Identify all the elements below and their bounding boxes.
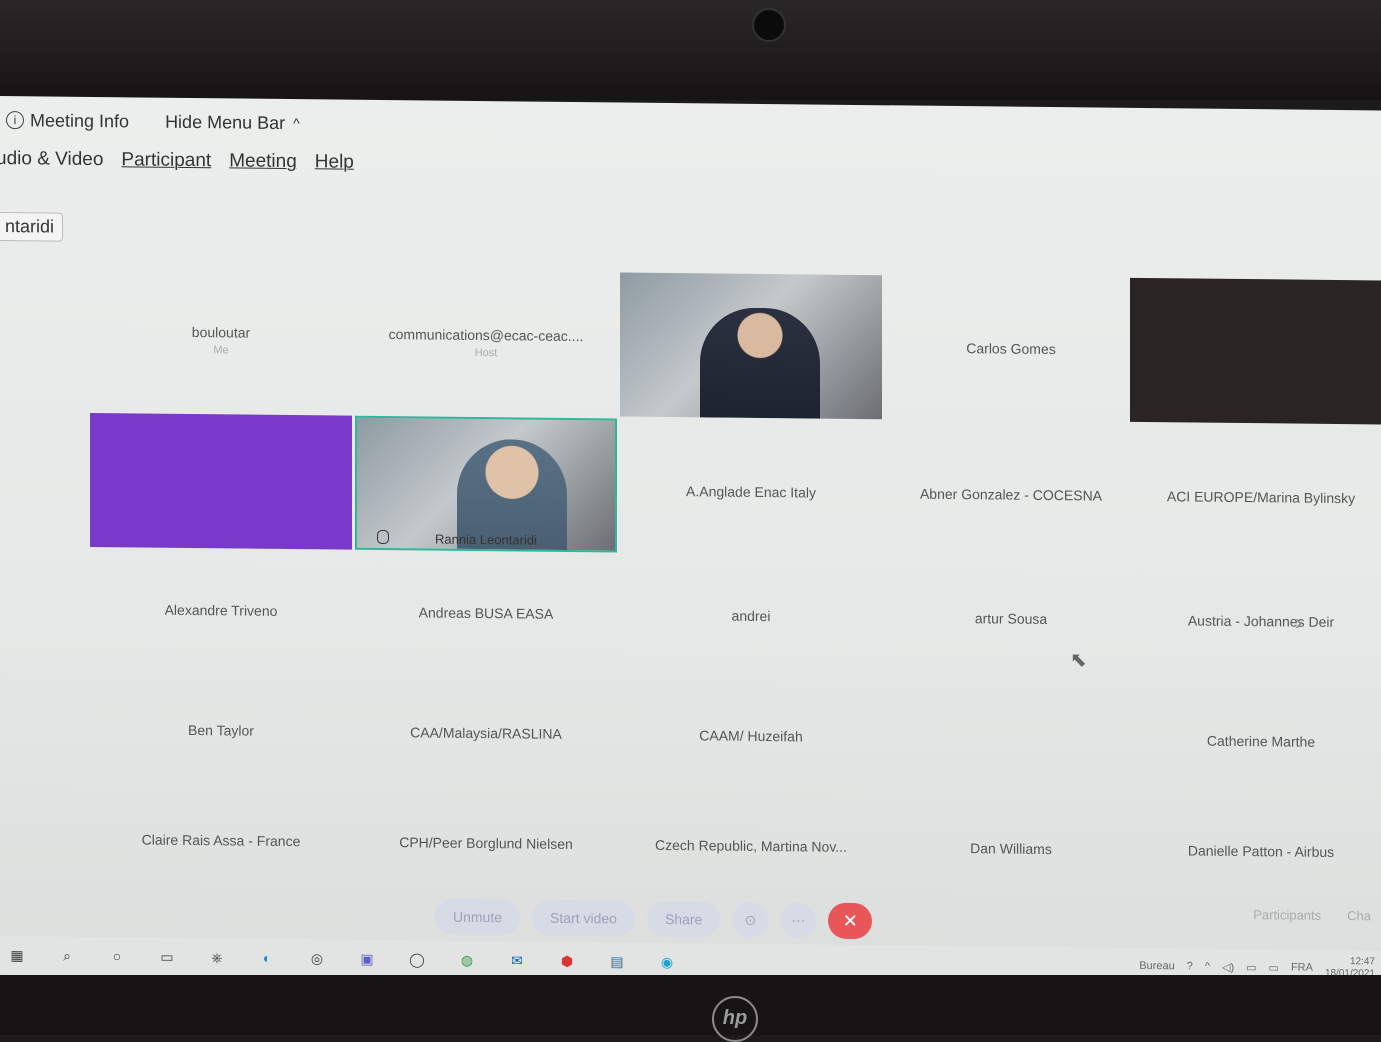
participant-tile[interactable] xyxy=(90,412,352,550)
info-icon[interactable]: i xyxy=(6,111,24,130)
chevron-up-icon[interactable]: ^ xyxy=(293,115,300,131)
meeting-controls: Unmute Start video Share ⊙ ⋯ ✕ xyxy=(435,898,873,940)
menu-audio-video[interactable]: udio & Video xyxy=(0,148,103,171)
participant-name: A.Anglade Enac Italy xyxy=(686,483,816,501)
participant-video xyxy=(700,307,820,419)
participant-name: Andreas BUSA EASA xyxy=(418,604,554,622)
task-view-icon[interactable]: ▭ xyxy=(156,946,178,968)
participant-tile[interactable]: CPH/Peer Borglund Nielsen xyxy=(355,770,617,917)
battery-icon[interactable]: ▭ xyxy=(1269,961,1279,974)
chevron-right-icon[interactable]: › xyxy=(1295,610,1302,636)
participant-name: ACI EUROPE/Marina Bylinsky xyxy=(1166,488,1356,507)
participant-name: Austria - Johannes Deir xyxy=(1187,612,1335,630)
app-icon[interactable]: ◎ xyxy=(306,947,328,969)
menu-bar: udio & Video Participant Meeting Help xyxy=(0,148,354,174)
menu-help[interactable]: Help xyxy=(315,151,354,173)
participant-name: CAA/Malaysia/RASLINA xyxy=(410,724,562,742)
laptop-bezel-bottom xyxy=(0,975,1381,1035)
more-button[interactable]: ⋯ xyxy=(780,902,817,939)
hide-menu-bar-button[interactable]: Hide Menu Bar xyxy=(165,111,285,133)
edge-browser-icon[interactable]: ◐ xyxy=(256,947,278,969)
participant-name: artur Sousa xyxy=(974,610,1048,627)
participant-tile[interactable]: bouloutar Me xyxy=(90,267,352,414)
participant-name: andrei xyxy=(731,607,771,625)
clock-time: 12:47 xyxy=(1349,956,1375,968)
active-speaker-tag: ntaridi xyxy=(0,211,64,242)
webex-icon[interactable]: ◉ xyxy=(656,951,678,973)
participant-name: Alexandre Triveno xyxy=(164,601,278,619)
help-icon[interactable]: ? xyxy=(1187,960,1193,972)
participant-name: CPH/Peer Borglund Nielsen xyxy=(399,834,573,852)
end-call-button[interactable]: ✕ xyxy=(828,902,873,940)
participant-tile[interactable]: Danielle Patton - Airbus xyxy=(1130,778,1381,925)
webcam xyxy=(752,8,786,42)
participant-name: Ben Taylor xyxy=(188,721,254,739)
language-indicator[interactable]: FRA xyxy=(1291,962,1313,974)
participant-tile[interactable] xyxy=(1130,277,1381,425)
meeting-top-bar: i Meeting Info Hide Menu Bar ^ xyxy=(0,100,1381,154)
app-icon[interactable]: ◯ xyxy=(406,948,428,970)
participant-tile[interactable] xyxy=(620,272,882,420)
participant-tile[interactable]: Claire Rais Assa - France xyxy=(90,767,352,914)
participant-tile[interactable]: Czech Republic, Martina Nov... xyxy=(620,772,882,919)
meeting-info-button[interactable]: Meeting Info xyxy=(30,110,129,132)
unmute-button[interactable]: Unmute xyxy=(435,898,521,936)
participant-name: Abner Gonzalez - COCESNA xyxy=(919,485,1103,504)
participant-tile[interactable]: Dan Williams xyxy=(880,775,1142,922)
start-video-button[interactable]: Start video xyxy=(532,899,635,937)
participant-name: Dan Williams xyxy=(970,840,1052,858)
participant-name: Carlos Gomes xyxy=(966,340,1056,358)
volume-icon[interactable]: ◁) xyxy=(1222,960,1234,973)
participant-tile[interactable]: Carlos Gomes xyxy=(880,275,1142,422)
participant-name: Catherine Marthe xyxy=(1206,732,1316,750)
participant-name: Claire Rais Assa - France xyxy=(141,831,301,850)
app-icon[interactable]: ▤ xyxy=(606,950,628,972)
outlook-icon[interactable]: ✉ xyxy=(506,949,528,971)
participant-name: CAAM/ Huzeifah xyxy=(699,727,803,745)
participant-name: Czech Republic, Martina Nov... xyxy=(655,836,847,855)
chevron-up-icon[interactable]: ^ xyxy=(1205,961,1210,973)
laptop-bezel-top xyxy=(0,0,1381,100)
acrobat-icon[interactable]: ⬢ xyxy=(556,950,578,972)
share-button[interactable]: Share xyxy=(646,900,721,938)
hp-logo: hp xyxy=(712,996,758,1042)
chrome-icon[interactable]: ◍ xyxy=(456,949,478,971)
mouse-cursor-icon: ⬉ xyxy=(1070,649,1087,672)
network-icon[interactable]: ▭ xyxy=(1246,961,1256,974)
participant-role: Host xyxy=(474,346,498,360)
participants-button[interactable]: Participants xyxy=(1253,907,1321,923)
menu-meeting[interactable]: Meeting xyxy=(229,150,297,173)
participant-name: Danielle Patton - Airbus xyxy=(1187,842,1335,860)
teams-icon[interactable]: ▣ xyxy=(356,948,378,970)
cortana-icon[interactable]: ○ xyxy=(106,945,128,967)
participant-name: bouloutar xyxy=(191,324,251,341)
windows-start-icon[interactable]: ▦ xyxy=(6,944,28,966)
menu-participant[interactable]: Participant xyxy=(121,149,211,172)
participant-name: communications@ecac-ceac.... xyxy=(388,326,584,345)
app-icon[interactable]: ⎈ xyxy=(206,946,228,968)
screen: i Meeting Info Hide Menu Bar ^ udio & Vi… xyxy=(0,96,1381,991)
participant-role: Me xyxy=(213,344,229,357)
participant-tile[interactable]: communications@ecac-ceac.... Host xyxy=(355,270,617,417)
search-icon[interactable]: ⌕ xyxy=(56,945,78,967)
record-button[interactable]: ⊙ xyxy=(732,901,769,939)
chat-button[interactable]: Cha xyxy=(1347,908,1371,923)
participant-tile[interactable]: Rannia Leontaridi xyxy=(355,415,617,553)
side-controls: Participants Cha xyxy=(1253,907,1371,923)
desktop-label[interactable]: Bureau xyxy=(1139,960,1174,972)
